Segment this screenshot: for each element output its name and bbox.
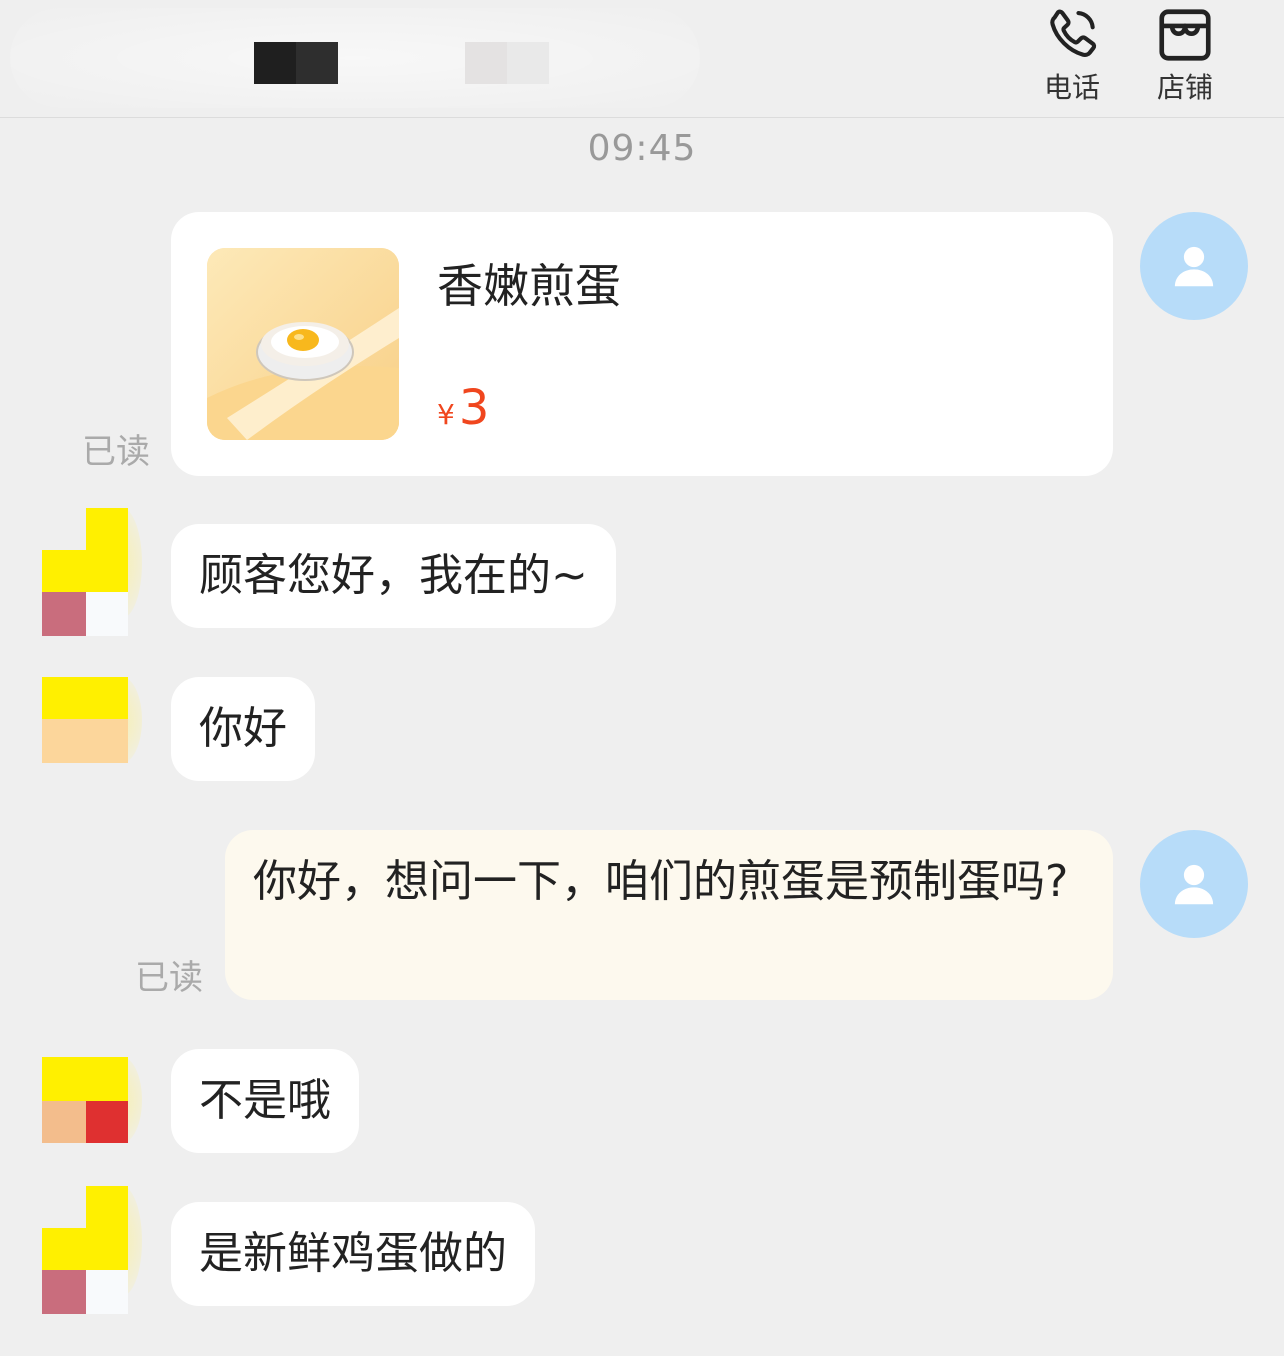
phone-icon <box>1050 9 1097 57</box>
message-text: 你好 <box>199 703 287 754</box>
user-icon <box>1174 864 1214 905</box>
message-text: 是新鲜鸡蛋做的 <box>199 1228 507 1279</box>
chat-header: 电话 店铺 <box>0 0 1284 118</box>
my-avatar[interactable] <box>1140 830 1248 938</box>
chat-bubble: 是新鲜鸡蛋做的 <box>171 1202 535 1306</box>
store-icon <box>1159 9 1211 61</box>
product-image <box>207 248 399 440</box>
message-text: 不是哦 <box>199 1075 331 1126</box>
currency-symbol: ¥ <box>437 398 455 431</box>
chat-screen: 电话 店铺 09:45 已读 香嫩煎蛋 ¥3 顾客您好，我在的~ 你好 已读 你… <box>0 0 1284 1356</box>
message-text: 你好，想问一下，咱们的煎蛋是预制蛋吗? <box>253 856 1069 907</box>
store-button[interactable]: 店铺 <box>1135 4 1235 112</box>
read-receipt: 已读 <box>135 958 203 998</box>
message-text: 顾客您好，我在的~ <box>199 550 588 601</box>
price-value: 3 <box>458 380 490 436</box>
shop-avatar[interactable] <box>42 677 142 763</box>
product-price: ¥3 <box>437 380 489 436</box>
shop-name-mosaic-secondary <box>465 42 549 84</box>
product-card[interactable]: 香嫩煎蛋 ¥3 <box>171 212 1113 476</box>
read-receipt: 已读 <box>82 432 150 472</box>
my-avatar[interactable] <box>1140 212 1248 320</box>
shop-avatar[interactable] <box>42 1186 142 1314</box>
message-timestamp: 09:45 <box>587 128 697 169</box>
shop-name-mosaic <box>254 42 338 84</box>
shop-name-blurred <box>10 8 700 108</box>
phone-label: 电话 <box>1043 71 1100 104</box>
chat-bubble: 顾客您好，我在的~ <box>171 524 616 628</box>
chat-bubble: 不是哦 <box>171 1049 359 1153</box>
shop-avatar[interactable] <box>42 1057 142 1143</box>
user-icon <box>1174 246 1214 287</box>
shop-avatar[interactable] <box>42 508 142 636</box>
chat-bubble: 你好 <box>171 677 315 781</box>
product-name: 香嫩煎蛋 <box>437 259 621 313</box>
store-label: 店铺 <box>1156 71 1213 104</box>
chat-bubble-mine: 你好，想问一下，咱们的煎蛋是预制蛋吗? <box>225 830 1113 1000</box>
phone-button[interactable]: 电话 <box>1022 4 1122 112</box>
